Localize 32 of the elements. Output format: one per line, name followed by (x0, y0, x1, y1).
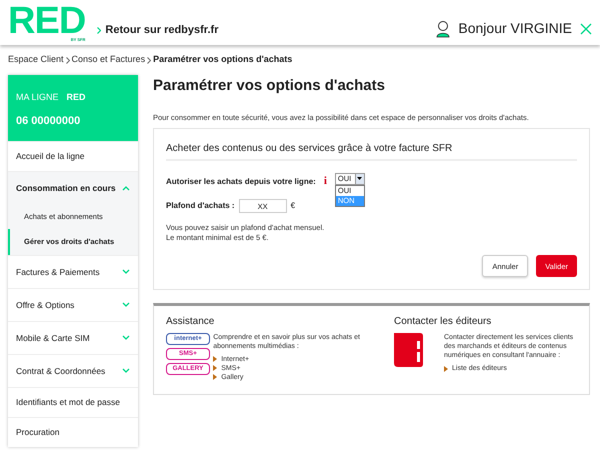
caret-icon (354, 174, 364, 184)
greeting: Bonjour VIRGINIE (458, 19, 572, 38)
chevron-right-icon (66, 56, 70, 64)
sidebar-item[interactable]: Factures & Paiements (8, 254, 138, 288)
breadcrumb-link[interactable]: Paramétrer vos options d'achats (153, 53, 292, 67)
breadcrumb-link[interactable]: Conso et Factures (72, 53, 146, 67)
assistance-title: Assistance (166, 314, 216, 329)
currency: € (290, 200, 296, 212)
sidebar-item[interactable]: Identifiants et mot de passe (8, 386, 138, 416)
back-link[interactable]: Retour sur redbysfr.fr (97, 22, 218, 39)
line-label: MA LIGNE (16, 91, 59, 104)
page-title: Paramétrer vos options d'achats (153, 76, 386, 96)
form-heading: Acheter des contenus ou des services grâce à votre facture SFR (166, 140, 577, 161)
allow-label: Autoriser les achats depuis votre ligne: (166, 176, 316, 188)
arrow-icon (444, 366, 448, 372)
info-icon: i (324, 172, 327, 190)
line-number: 06 00000000 (16, 114, 82, 128)
sidebar-item[interactable]: Offre & Options (8, 288, 138, 320)
sidebar-item[interactable]: Procuration (8, 416, 138, 446)
limit-label: Plafond d'achats : (166, 200, 235, 212)
publishers-title: Contacter les éditeurs (394, 314, 492, 329)
chevron-right-icon (97, 27, 102, 34)
sidebar-item[interactable]: Accueil de la ligne (8, 141, 138, 171)
breadcrumb-link[interactable]: Espace Client (8, 53, 64, 67)
line-brand: RED (66, 91, 86, 104)
sidebar-item[interactable]: Contrat & Coordonnées (8, 354, 138, 386)
sidebar-item[interactable]: Consommation en cours (8, 171, 138, 204)
sidebar-item[interactable]: Mobile & Carte SIM (8, 320, 138, 354)
chevron-right-icon (147, 56, 152, 64)
close-icon[interactable] (580, 22, 592, 34)
book-icon (394, 332, 424, 367)
user-icon (436, 20, 450, 38)
